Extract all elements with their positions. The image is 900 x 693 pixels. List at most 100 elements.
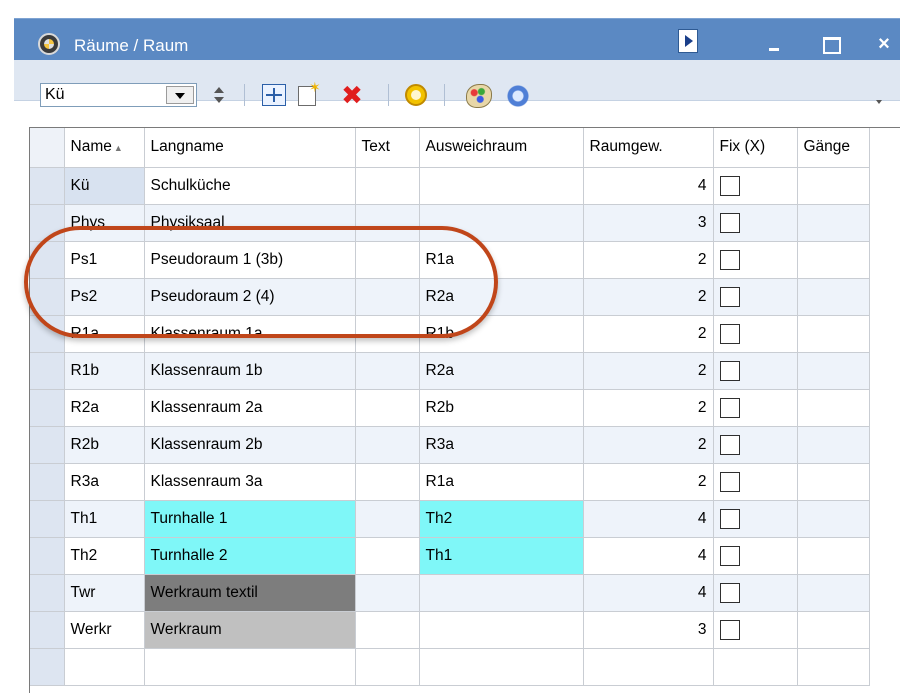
column-header-ausweichraum[interactable]: Ausweichraum (419, 128, 584, 168)
cell-gaenge[interactable] (797, 352, 870, 390)
cell-raumgew[interactable]: 2 (583, 315, 714, 353)
cell-gaenge[interactable] (797, 611, 870, 649)
fix-checkbox[interactable] (719, 582, 740, 603)
empty-cell[interactable] (797, 648, 870, 686)
cell-gaenge[interactable] (797, 278, 870, 316)
cell-raumgew[interactable]: 3 (583, 204, 714, 242)
cell-raumgew[interactable]: 4 (583, 537, 714, 575)
cell-raumgew[interactable]: 4 (583, 574, 714, 612)
table-row[interactable]: Th1 Turnhalle 1 Th2 4 (30, 500, 870, 538)
cell-raumgew[interactable]: 2 (583, 352, 714, 390)
cell-langname[interactable]: Schulküche (144, 167, 356, 205)
cell-langname[interactable]: Klassenraum 2b (144, 426, 356, 464)
cell-text[interactable] (355, 611, 420, 649)
cell-ausweichraum[interactable]: R2b (419, 389, 584, 427)
cell-gaenge[interactable] (797, 241, 870, 279)
cell-raumgew[interactable]: 2 (583, 426, 714, 464)
cell-raumgew[interactable]: 2 (583, 389, 714, 427)
cell-langname[interactable]: Turnhalle 1 (144, 500, 356, 538)
cell-raumgew[interactable]: 2 (583, 463, 714, 501)
table-row[interactable]: Werkr Werkraum 3 (30, 611, 870, 649)
palette-icon[interactable] (466, 84, 492, 108)
cell-raumgew[interactable]: 2 (583, 241, 714, 279)
cell-name[interactable]: Th2 (64, 537, 145, 575)
table-row[interactable]: Twr Werkraum textil 4 (30, 574, 870, 612)
row-selector[interactable] (30, 611, 65, 649)
row-selector[interactable] (30, 574, 65, 612)
cell-langname[interactable]: Klassenraum 1b (144, 352, 356, 390)
cell-fix[interactable] (713, 426, 798, 464)
cell-name[interactable]: Werkr (64, 611, 145, 649)
minimize-button[interactable] (760, 33, 788, 55)
cell-text[interactable] (355, 241, 420, 279)
cell-fix[interactable] (713, 278, 798, 316)
column-header-name[interactable]: Name ▲ (64, 128, 145, 168)
delete-icon[interactable]: ✖ (340, 82, 364, 108)
fix-checkbox[interactable] (719, 619, 740, 640)
cell-ausweichraum[interactable]: R2a (419, 278, 584, 316)
cell-ausweichraum[interactable] (419, 167, 584, 205)
row-selector[interactable] (30, 648, 65, 686)
cell-name[interactable]: Ps1 (64, 241, 145, 279)
room-selector-combo[interactable]: Kü (40, 83, 197, 107)
cell-text[interactable] (355, 278, 420, 316)
row-selector[interactable] (30, 278, 65, 316)
spinner-arrows-icon[interactable] (214, 84, 224, 106)
fix-checkbox[interactable] (719, 323, 740, 344)
column-header-gaenge[interactable]: Gänge (797, 128, 870, 168)
row-selector[interactable] (30, 204, 65, 242)
cell-fix[interactable] (713, 500, 798, 538)
cell-text[interactable] (355, 463, 420, 501)
cell-gaenge[interactable] (797, 167, 870, 205)
column-header-langname[interactable]: Langname (144, 128, 356, 168)
fix-checkbox[interactable] (719, 508, 740, 529)
sync-icon[interactable] (506, 84, 530, 108)
table-row[interactable]: R1a Klassenraum 1a R1b 2 (30, 315, 870, 353)
cell-gaenge[interactable] (797, 426, 870, 464)
cell-raumgew[interactable]: 4 (583, 167, 714, 205)
cell-langname[interactable]: Turnhalle 2 (144, 537, 356, 575)
cell-raumgew[interactable]: 3 (583, 611, 714, 649)
cell-text[interactable] (355, 352, 420, 390)
cell-fix[interactable] (713, 241, 798, 279)
cell-gaenge[interactable] (797, 204, 870, 242)
cell-fix[interactable] (713, 463, 798, 501)
cell-text[interactable] (355, 426, 420, 464)
cell-fix[interactable] (713, 537, 798, 575)
cell-name[interactable]: R3a (64, 463, 145, 501)
fix-checkbox[interactable] (719, 175, 740, 196)
cell-gaenge[interactable] (797, 463, 870, 501)
row-selector[interactable] (30, 426, 65, 464)
cell-name[interactable]: R2b (64, 426, 145, 464)
new-record-icon[interactable] (298, 79, 321, 106)
cell-ausweichraum[interactable]: Th1 (419, 537, 584, 575)
cell-text[interactable] (355, 167, 420, 205)
cell-gaenge[interactable] (797, 537, 870, 575)
cell-name[interactable]: R1a (64, 315, 145, 353)
row-selector[interactable] (30, 463, 65, 501)
column-header-text[interactable]: Text (355, 128, 420, 168)
cell-fix[interactable] (713, 389, 798, 427)
cell-fix[interactable] (713, 574, 798, 612)
cell-ausweichraum[interactable]: Th2 (419, 500, 584, 538)
maximize-button[interactable] (816, 33, 844, 55)
table-row[interactable]: R1b Klassenraum 1b R2a 2 (30, 352, 870, 390)
cell-ausweichraum[interactable] (419, 204, 584, 242)
chevron-down-icon[interactable] (166, 86, 194, 104)
fix-checkbox[interactable] (719, 286, 740, 307)
row-selector[interactable] (30, 315, 65, 353)
empty-cell[interactable] (713, 648, 798, 686)
cell-name[interactable]: Ps2 (64, 278, 145, 316)
row-selector[interactable] (30, 389, 65, 427)
cell-langname[interactable]: Physiksaal (144, 204, 356, 242)
empty-cell[interactable] (64, 648, 145, 686)
cell-name[interactable]: Th1 (64, 500, 145, 538)
cell-name[interactable]: Phys (64, 204, 145, 242)
cell-langname[interactable]: Klassenraum 2a (144, 389, 356, 427)
cell-text[interactable] (355, 500, 420, 538)
fix-checkbox[interactable] (719, 434, 740, 455)
toolbar-overflow-icon[interactable] (876, 100, 882, 104)
fix-checkbox[interactable] (719, 249, 740, 270)
cell-ausweichraum[interactable]: R1a (419, 463, 584, 501)
row-selector[interactable] (30, 167, 65, 205)
